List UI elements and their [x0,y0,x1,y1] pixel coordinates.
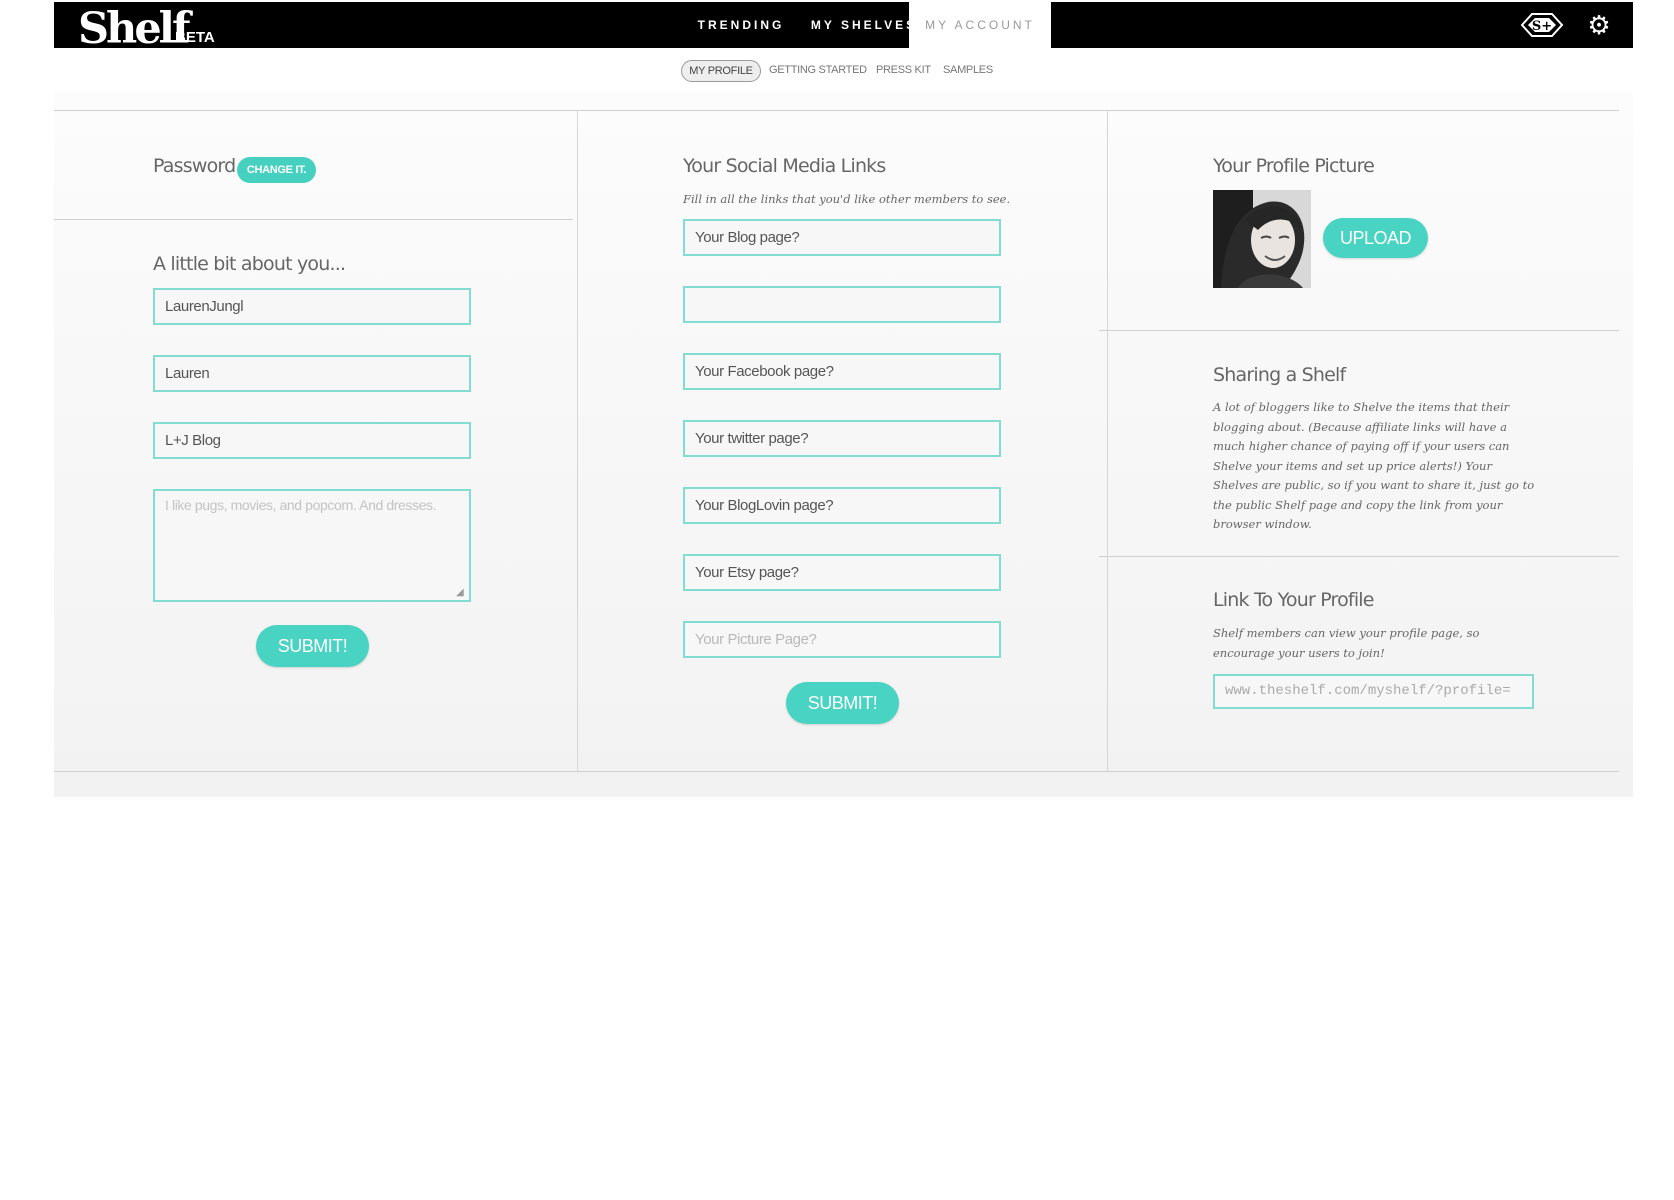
etsy-url-field[interactable]: Your Etsy page? [683,554,1001,591]
column-divider [577,110,578,771]
divider [1099,556,1619,557]
blog-name-field[interactable]: L+J Blog [153,422,471,459]
sharing-title: Sharing a Shelf [1213,364,1346,386]
beta-badge: BETA [175,29,215,46]
social-title: Your Social Media Links [683,155,886,177]
profile-url-field[interactable]: www.theshelf.com/myshelf/?profile= [1213,674,1534,709]
profile-picture-title: Your Profile Picture [1213,155,1375,177]
gear-icon[interactable]: ⚙ [1586,12,1612,38]
password-title: Password [153,155,236,177]
divider [1099,330,1619,331]
subnav-getting-started[interactable]: GETTING STARTED [769,60,867,82]
logo-text: Shelf [78,4,191,54]
logo[interactable]: Shelf [78,4,191,54]
bio-placeholder: I like pugs, movies, and popcorn. And dr… [165,497,437,513]
blog-url-field[interactable]: Your Blog page? [683,219,1001,256]
profile-link-title: Link To Your Profile [1213,589,1374,611]
social-submit-button[interactable]: SUBMIT! [786,682,899,724]
subnav-my-profile[interactable]: MY PROFILE [681,60,761,82]
resize-handle-icon[interactable]: ◢ [456,587,466,598]
column-divider [1107,110,1108,771]
twitter-url-field[interactable]: Your twitter page? [683,420,1001,457]
divider [54,219,573,220]
badge-label: S+ [1532,19,1552,34]
sharing-body: A lot of bloggers like to Shelve the ite… [1213,400,1535,531]
first-name-field[interactable]: Lauren [153,355,471,392]
about-submit-button[interactable]: SUBMIT! [256,625,369,667]
username-field[interactable]: LaurenJungl [153,288,471,325]
picture-url-field[interactable]: Your Picture Page? [683,621,1001,658]
top-navbar: Shelf BETA TRENDING MY SHELVES MY ACCOUN… [54,2,1633,52]
subnav-press-kit[interactable]: PRESS KIT [876,60,931,82]
bio-textarea[interactable]: I like pugs, movies, and popcorn. And dr… [153,489,471,602]
nav-my-account[interactable]: MY ACCOUNT [909,2,1051,48]
subnav-samples[interactable]: SAMPLES [943,60,993,82]
profile-link-body: Shelf members can view your profile page… [1213,626,1480,660]
social-url-field[interactable] [683,286,1001,323]
divider [54,771,1619,772]
about-title: A little bit about you... [153,253,346,275]
facebook-url-field[interactable]: Your Facebook page? [683,353,1001,390]
change-password-button[interactable]: CHANGE IT. [237,157,316,183]
avatar [1213,190,1311,288]
social-subtitle: Fill in all the links that you'd like ot… [683,192,1011,206]
bloglovin-url-field[interactable]: Your BlogLovin page? [683,487,1001,524]
shelf-plus-icon[interactable]: S+ [1518,12,1566,38]
divider [54,110,1619,111]
upload-button[interactable]: UPLOAD [1323,218,1428,258]
